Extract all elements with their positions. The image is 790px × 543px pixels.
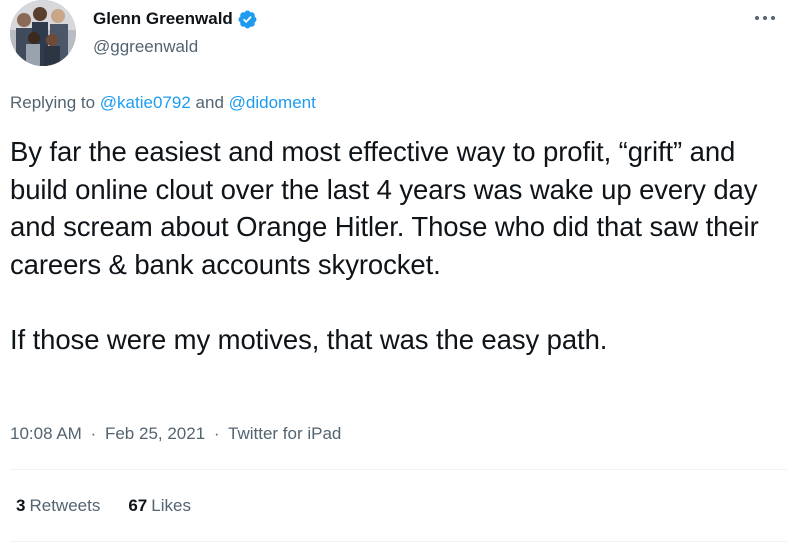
tweet-meta: 10:08 AM · Feb 25, 2021 · Twitter for iP… bbox=[10, 424, 341, 444]
verified-badge-icon bbox=[237, 9, 258, 30]
tweet-stats: 3 Retweets 67 Likes bbox=[16, 496, 219, 516]
author-handle[interactable]: @ggreenwald bbox=[93, 37, 258, 57]
meta-separator-2: · bbox=[213, 424, 220, 443]
more-options-icon[interactable] bbox=[752, 8, 778, 28]
tweet-time[interactable]: 10:08 AM bbox=[10, 424, 82, 443]
author-block: Glenn Greenwald @ggreenwald bbox=[93, 8, 258, 57]
likes-count: 67 bbox=[128, 496, 148, 515]
tweet-text: By far the easiest and most effective wa… bbox=[10, 133, 785, 359]
meta-separator-1: · bbox=[90, 424, 97, 443]
name-row: Glenn Greenwald bbox=[93, 8, 258, 30]
replying-prefix: Replying to bbox=[10, 93, 96, 112]
tweet-paragraph-1: By far the easiest and most effective wa… bbox=[10, 136, 759, 280]
tweet-source[interactable]: Twitter for iPad bbox=[228, 424, 341, 443]
retweets-stat[interactable]: 3 Retweets bbox=[16, 496, 100, 516]
likes-stat[interactable]: 67 Likes bbox=[128, 496, 191, 516]
profile-photo-icon bbox=[10, 0, 76, 66]
replying-conjunction: and bbox=[195, 93, 224, 112]
divider-top bbox=[10, 469, 787, 470]
retweets-count: 3 bbox=[16, 496, 26, 515]
retweets-label: Retweets bbox=[29, 496, 101, 515]
mention-link-1[interactable]: @katie0792 bbox=[100, 93, 191, 112]
tweet-header: Glenn Greenwald @ggreenwald bbox=[10, 0, 780, 72]
replying-to: Replying to @katie0792 and @didoment bbox=[10, 93, 316, 113]
mention-link-2[interactable]: @didoment bbox=[229, 93, 316, 112]
tweet-date[interactable]: Feb 25, 2021 bbox=[105, 424, 205, 443]
likes-label: Likes bbox=[151, 496, 191, 515]
author-display-name[interactable]: Glenn Greenwald bbox=[93, 9, 233, 29]
tweet-paragraph-2: If those were my motives, that was the e… bbox=[10, 323, 608, 355]
divider-bottom bbox=[10, 541, 787, 542]
avatar[interactable] bbox=[10, 0, 76, 66]
